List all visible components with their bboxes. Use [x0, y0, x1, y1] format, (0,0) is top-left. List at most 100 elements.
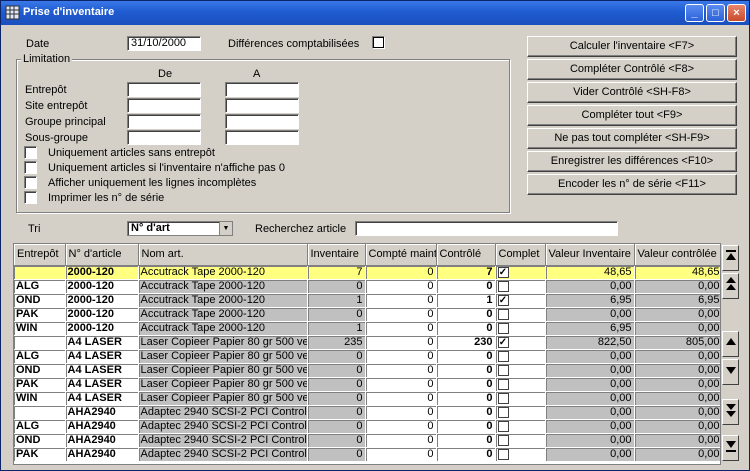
cell-col-inventory-value[interactable]: 0,00 — [545, 363, 635, 378]
cell-col-article-no[interactable]: A4 LASER — [65, 391, 139, 406]
header-col-entrepot[interactable]: Entrepôt — [14, 244, 66, 266]
cell-col-checked[interactable]: 7 — [436, 265, 496, 280]
cell-col-article-no[interactable]: A4 LASER — [65, 363, 139, 378]
cell-col-checked[interactable]: 0 — [436, 321, 496, 336]
cell-col-checked-value[interactable]: 0,00 — [634, 321, 720, 336]
cell-col-checked-value[interactable]: 0,00 — [634, 349, 720, 364]
cell-col-complete[interactable] — [495, 447, 546, 462]
cell-col-checked[interactable]: 0 — [436, 419, 496, 434]
cell-col-inventory-value[interactable]: 0,00 — [545, 279, 635, 294]
cell-col-inventory[interactable]: 0 — [307, 349, 366, 364]
complete-checked-button[interactable]: Compléter Contrôlé <F8> — [527, 59, 737, 80]
complete-checkbox[interactable] — [497, 364, 509, 376]
cell-col-inventory-value[interactable]: 0,00 — [545, 307, 635, 322]
complete-checkbox[interactable]: ✓ — [497, 336, 509, 348]
cell-col-counted[interactable]: 0 — [365, 419, 437, 434]
cell-col-article-name[interactable]: Laser Copieer Papier 80 gr 500 vel — [138, 391, 308, 406]
cell-col-article-name[interactable]: Adaptec 2940 SCSI-2 PCI Controlle — [138, 433, 308, 448]
cell-col-checked-value[interactable]: 0,00 — [634, 307, 720, 322]
header-col-complete[interactable]: Complet — [495, 244, 546, 266]
grid-scrollbar[interactable] — [722, 243, 739, 465]
cell-col-checked[interactable]: 0 — [436, 377, 496, 392]
header-col-article-name[interactable]: Nom art. — [138, 244, 308, 266]
date-input[interactable]: 31/10/2000 — [127, 36, 201, 51]
cell-col-checked-value[interactable]: 0,00 — [634, 447, 720, 462]
cell-col-complete[interactable] — [495, 405, 546, 420]
cell-col-inventory[interactable]: 0 — [307, 433, 366, 448]
cell-col-checked-value[interactable]: 0,00 — [634, 433, 720, 448]
save-differences-button[interactable]: Enregistrer les différences <F10> — [527, 151, 737, 172]
cell-col-complete[interactable]: ✓ — [495, 265, 546, 280]
cell-col-checked-value[interactable]: 48,65 — [634, 265, 720, 280]
groupe-to-input[interactable] — [225, 114, 299, 129]
cell-col-article-no[interactable]: 2000-120 — [65, 279, 139, 294]
complete-all-button[interactable]: Compléter tout <F9> — [527, 105, 737, 126]
cell-col-inventory-value[interactable]: 0,00 — [545, 377, 635, 392]
cell-col-checked-value[interactable]: 805,00 — [634, 335, 720, 350]
cell-col-article-name[interactable]: Accutrack Tape 2000-120 — [138, 265, 308, 280]
header-col-checked[interactable]: Contrôlé — [436, 244, 496, 266]
cell-col-checked-value[interactable]: 0,00 — [634, 377, 720, 392]
cell-col-counted[interactable]: 0 — [365, 377, 437, 392]
table-row[interactable]: WIN A4 LASER Laser Copieer Papier 80 gr 50… — [14, 391, 720, 406]
cell-col-article-no[interactable]: A4 LASER — [65, 377, 139, 392]
cell-col-entrepot[interactable] — [14, 405, 66, 420]
cell-col-complete[interactable] — [495, 433, 546, 448]
cell-col-counted[interactable]: 0 — [365, 265, 437, 280]
table-row[interactable]: ALG AHA2940 Adaptec 2940 SCSI-2 PCI Contro… — [14, 419, 720, 434]
cell-col-counted[interactable]: 0 — [365, 391, 437, 406]
cell-col-inventory-value[interactable]: 0,00 — [545, 349, 635, 364]
dropdown-arrow-icon[interactable]: ▼ — [219, 222, 232, 235]
site-to-input[interactable] — [225, 98, 299, 113]
opt-nonzero-checkbox[interactable] — [24, 161, 37, 174]
cell-col-inventory[interactable]: 0 — [307, 363, 366, 378]
cell-col-complete[interactable] — [495, 377, 546, 392]
cell-col-counted[interactable]: 0 — [365, 321, 437, 336]
cell-col-article-name[interactable]: Laser Copieer Papier 80 gr 500 vel — [138, 349, 308, 364]
cell-col-inventory[interactable]: 0 — [307, 377, 366, 392]
cell-col-counted[interactable]: 0 — [365, 349, 437, 364]
cell-col-inventory[interactable]: 235 — [307, 335, 366, 350]
close-button[interactable]: × — [727, 4, 746, 22]
maximize-button[interactable]: □ — [706, 4, 725, 22]
cell-col-article-name[interactable]: Adaptec 2940 SCSI-2 PCI Controlle — [138, 419, 308, 434]
table-row[interactable]: OND AHA2940 Adaptec 2940 SCSI-2 PCI Contro… — [14, 433, 720, 448]
cell-col-article-name[interactable]: Accutrack Tape 2000-120 — [138, 321, 308, 336]
sous-groupe-to-input[interactable] — [225, 130, 299, 145]
sous-groupe-from-input[interactable] — [127, 130, 201, 145]
cell-col-counted[interactable]: 0 — [365, 293, 437, 308]
opt-print-serial-checkbox[interactable] — [24, 191, 37, 204]
cell-col-article-no[interactable]: AHA2940 — [65, 405, 139, 420]
site-from-input[interactable] — [127, 98, 201, 113]
cell-col-complete[interactable]: ✓ — [495, 335, 546, 350]
cell-col-inventory[interactable]: 7 — [307, 265, 366, 280]
table-row[interactable]: ALG 2000-120 Accutrack Tape 2000-120 0 0 0 0,0… — [14, 279, 720, 294]
not-complete-all-button[interactable]: Ne pas tout compléter <SH-F9> — [527, 128, 737, 149]
table-row[interactable]: PAK A4 LASER Laser Copieer Papier 80 gr 50… — [14, 377, 720, 392]
cell-col-complete[interactable]: ✓ — [495, 293, 546, 308]
cell-col-inventory[interactable]: 1 — [307, 321, 366, 336]
cell-col-checked[interactable]: 0 — [436, 433, 496, 448]
cell-col-inventory[interactable]: 1 — [307, 293, 366, 308]
complete-checkbox[interactable] — [497, 392, 509, 404]
cell-col-inventory-value[interactable]: 822,50 — [545, 335, 635, 350]
header-col-checked-value[interactable]: Valeur contrôlée — [634, 244, 720, 266]
inventory-grid[interactable]: Entrepôt N° d'article Nom art. Inventaire Co… — [13, 243, 721, 465]
cell-col-entrepot[interactable]: OND — [14, 363, 66, 378]
complete-checkbox[interactable] — [497, 378, 509, 390]
scroll-last-button[interactable] — [722, 435, 739, 461]
cell-col-inventory-value[interactable]: 0,00 — [545, 391, 635, 406]
cell-col-checked-value[interactable]: 0,00 — [634, 405, 720, 420]
scroll-down-button[interactable] — [722, 359, 739, 385]
cell-col-entrepot[interactable]: WIN — [14, 321, 66, 336]
scroll-first-button[interactable] — [722, 245, 739, 271]
cell-col-counted[interactable]: 0 — [365, 447, 437, 462]
header-col-inventory[interactable]: Inventaire — [307, 244, 366, 266]
table-row[interactable]: WIN 2000-120 Accutrack Tape 2000-120 1 0 0 6,9… — [14, 321, 720, 336]
complete-checkbox[interactable] — [497, 308, 509, 320]
sort-select[interactable]: N° d'art ▼ — [127, 221, 233, 236]
cell-col-article-no[interactable]: A4 LASER — [65, 335, 139, 350]
cell-col-entrepot[interactable]: OND — [14, 293, 66, 308]
cell-col-inventory[interactable]: 0 — [307, 419, 366, 434]
cell-col-complete[interactable] — [495, 321, 546, 336]
